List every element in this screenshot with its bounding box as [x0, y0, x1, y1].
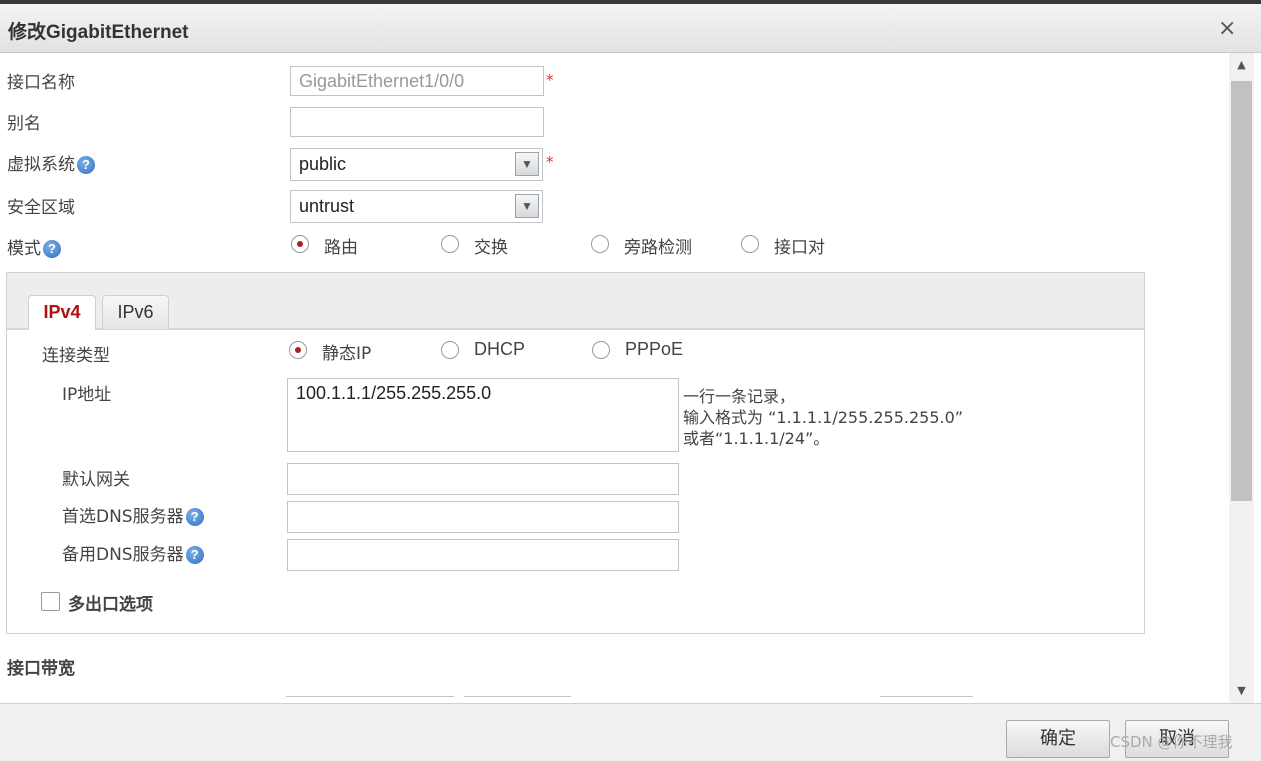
bandwidth-section-title: 接口带宽	[7, 659, 75, 679]
required-marker: *	[546, 71, 554, 89]
mode-radio-bypass[interactable]	[591, 235, 609, 253]
virtual-system-label-text: 虚拟系统	[7, 155, 75, 175]
scroll-thumb[interactable]	[1231, 81, 1252, 501]
chevron-down-icon[interactable]: ▼	[515, 194, 539, 218]
mode-label-text: 模式	[7, 239, 41, 259]
dialog-content: 接口名称 GigabitEthernet1/0/0 * 别名 虚拟系统? pub…	[0, 53, 1229, 703]
mode-label: 模式?	[7, 234, 61, 259]
interface-name-field: GigabitEthernet1/0/0	[290, 66, 544, 96]
connection-radio-static[interactable]	[289, 341, 307, 359]
primary-dns-field[interactable]	[287, 501, 679, 533]
connection-radio-pppoe[interactable]	[592, 341, 610, 359]
help-icon[interactable]: ?	[185, 546, 204, 564]
security-zone-value: untrust	[299, 196, 355, 216]
chevron-down-icon[interactable]: ▼	[515, 152, 539, 176]
tab-ipv4[interactable]: IPv4	[28, 295, 96, 330]
alias-field[interactable]	[290, 107, 544, 137]
mode-option-bypass: 旁路检测	[624, 238, 692, 258]
ip-config-panel: IPv4 IPv6 连接类型 静态IP DHCP PPPoE IP地址 100.…	[6, 272, 1145, 634]
dialog-titlebar: 修改GigabitEthernet ×	[0, 4, 1261, 53]
ip-address-textarea[interactable]: 100.1.1.1/255.255.255.0	[287, 378, 679, 452]
multi-egress-checkbox[interactable]	[41, 592, 60, 611]
connection-radio-dhcp[interactable]	[441, 341, 459, 359]
default-gateway-label: 默认网关	[62, 470, 130, 490]
scroll-up-icon[interactable]: ▲	[1229, 53, 1254, 77]
security-zone-select[interactable]: untrust ▼	[290, 190, 543, 223]
security-zone-label: 安全区域	[7, 198, 75, 218]
connection-option-pppoe: PPPoE	[625, 339, 684, 359]
mode-option-switching: 交换	[474, 238, 508, 258]
secondary-dns-label: 备用DNS服务器?	[62, 540, 204, 565]
watermark: CSDN @你不理我	[1110, 733, 1233, 751]
mode-radio-routing[interactable]	[291, 235, 309, 253]
tab-ipv6[interactable]: IPv6	[102, 295, 169, 329]
connection-type-label: 连接类型	[42, 346, 110, 366]
mode-radio-switching[interactable]	[441, 235, 459, 253]
virtual-system-label: 虚拟系统?	[7, 150, 95, 175]
bandwidth-field-edge	[880, 696, 973, 703]
virtual-system-select[interactable]: public ▼	[290, 148, 543, 181]
secondary-dns-field[interactable]	[287, 539, 679, 571]
vertical-scrollbar[interactable]: ▲ ▼	[1229, 53, 1254, 703]
mode-option-pair: 接口对	[774, 238, 825, 258]
tab-bar: IPv4 IPv6	[7, 273, 1144, 330]
multi-egress-label: 多出口选项	[68, 595, 153, 615]
bandwidth-field-edge	[286, 696, 454, 703]
ok-button[interactable]: 确定	[1006, 720, 1110, 758]
dialog-footer: 确定 取消	[0, 703, 1261, 761]
connection-option-static: 静态IP	[322, 344, 372, 364]
help-icon[interactable]: ?	[185, 508, 204, 526]
ip-address-hint: 一行一条记录， 输入格式为 “1.1.1.1/255.255.255.0” 或者…	[683, 387, 964, 448]
secondary-dns-label-text: 备用DNS服务器	[62, 545, 184, 565]
alias-label: 别名	[7, 114, 41, 134]
ip-address-label: IP地址	[62, 385, 112, 405]
interface-name-label: 接口名称	[7, 73, 75, 93]
connection-option-dhcp: DHCP	[474, 339, 526, 359]
virtual-system-value: public	[299, 154, 347, 174]
mode-option-routing: 路由	[324, 238, 358, 258]
bandwidth-field-edge	[464, 696, 571, 703]
required-marker: *	[546, 153, 554, 171]
primary-dns-label-text: 首选DNS服务器	[62, 507, 184, 527]
mode-radio-pair[interactable]	[741, 235, 759, 253]
help-icon[interactable]: ?	[77, 156, 95, 174]
close-icon[interactable]: ×	[1218, 16, 1236, 41]
scroll-down-icon[interactable]: ▼	[1229, 679, 1254, 703]
dialog-title: 修改GigabitEthernet	[8, 22, 189, 43]
help-icon[interactable]: ?	[43, 240, 61, 258]
default-gateway-field[interactable]	[287, 463, 679, 495]
primary-dns-label: 首选DNS服务器?	[62, 502, 204, 527]
